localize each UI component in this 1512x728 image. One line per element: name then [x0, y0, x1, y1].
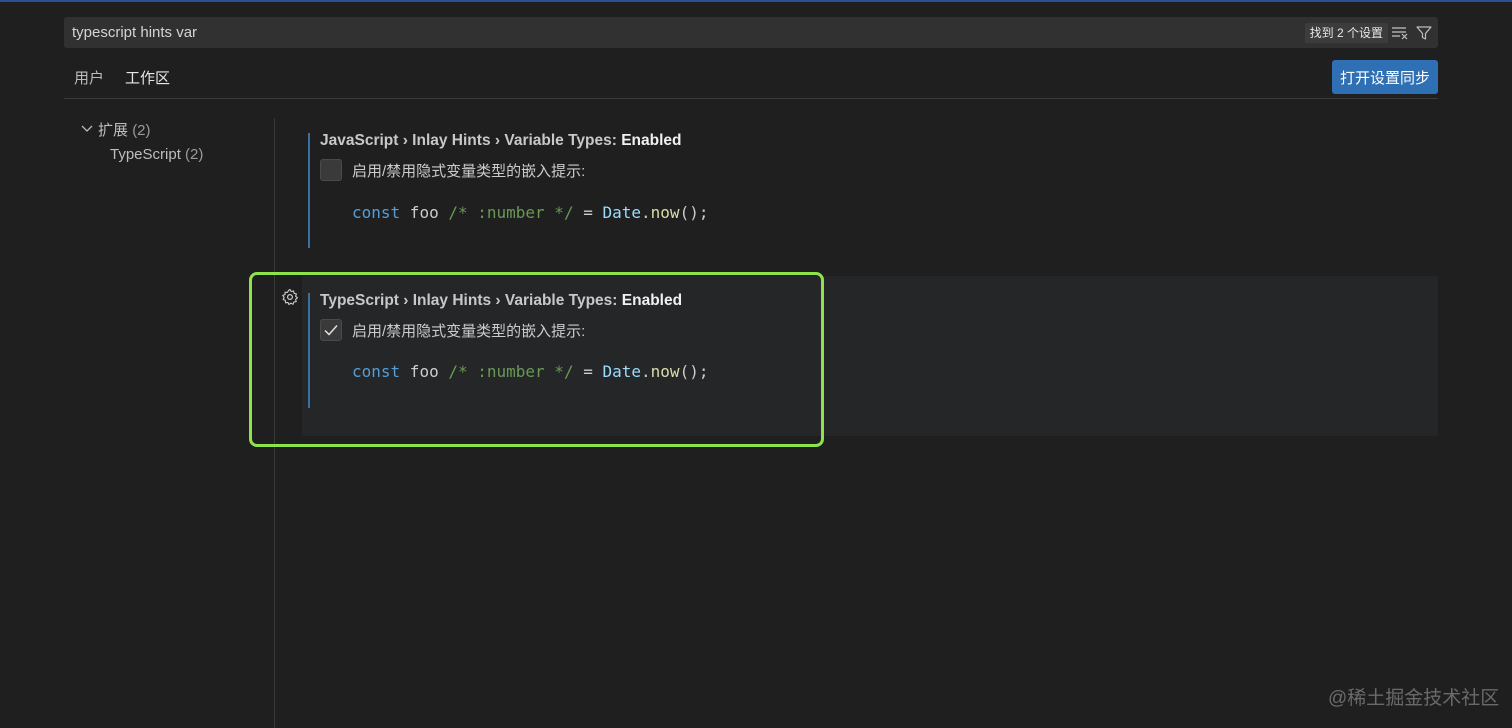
setting-name: Enabled — [621, 132, 682, 149]
tabs-divider — [64, 98, 1438, 99]
watermark: @稀土掘金技术社区 — [1328, 688, 1500, 709]
annotation-highlight-box — [249, 272, 824, 447]
toc-extensions-label: 扩展 — [98, 122, 129, 139]
settings-search-input[interactable] — [72, 17, 1272, 48]
settings-search-bar[interactable]: 找到 2 个设置 — [64, 17, 1438, 48]
setting-modified-indicator — [308, 133, 310, 248]
javascript-variable-types-checkbox[interactable] — [320, 159, 342, 181]
chevron-down-icon — [81, 125, 93, 132]
setting-breadcrumb: JavaScript › Inlay Hints › Variable Type… — [320, 132, 622, 149]
filter-icon[interactable] — [1414, 23, 1434, 43]
clear-filter-icon[interactable] — [1390, 23, 1410, 43]
toc-typescript-count: (2) — [185, 146, 204, 163]
toc-extensions-count: (2) — [132, 122, 151, 139]
setting-description: 启用/禁用隐式变量类型的嵌入提示: — [352, 163, 586, 180]
tab-workspace[interactable]: 工作区 — [115, 68, 181, 99]
toc-typescript-label: TypeScript — [110, 146, 181, 163]
setting-title-javascript: JavaScript › Inlay Hints › Variable Type… — [320, 132, 682, 150]
toc-extensions-group[interactable]: 扩展 (2) — [80, 119, 151, 140]
search-result-count: 找到 2 个设置 — [1304, 23, 1388, 43]
open-settings-sync-button[interactable]: 打开设置同步 — [1332, 60, 1438, 94]
window-top-border — [0, 0, 1512, 2]
setting-code-example: const foo /* :number */ = Date.now(); — [352, 203, 709, 222]
toc-typescript-item[interactable]: TypeScript (2) — [110, 146, 203, 163]
tab-user[interactable]: 用户 — [74, 68, 104, 99]
